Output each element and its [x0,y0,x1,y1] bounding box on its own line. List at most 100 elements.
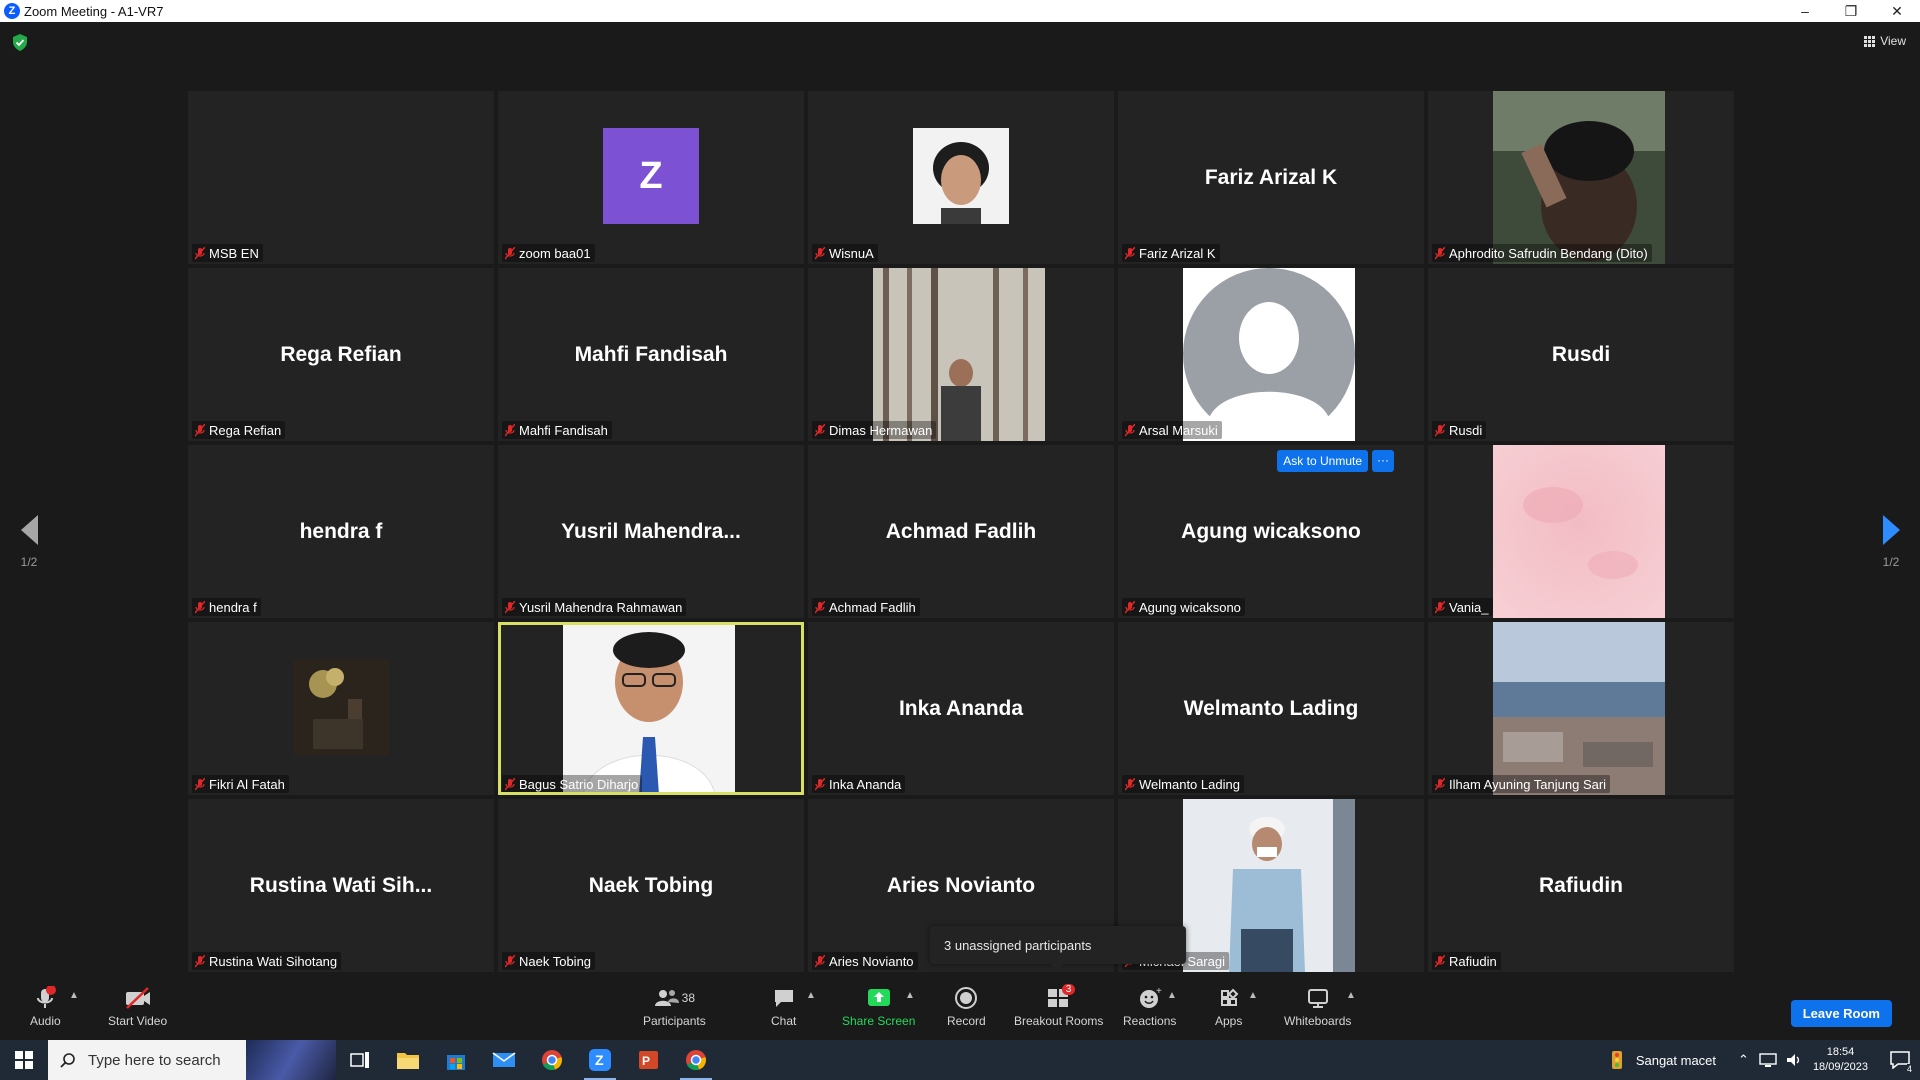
muted-mic-icon [504,600,516,614]
profile-photo [1493,445,1665,618]
participant-tile[interactable]: Rega Refian Rega Refian [188,268,494,441]
restore-button[interactable]: ❐ [1828,0,1874,22]
file-explorer-button[interactable] [384,1040,432,1080]
participant-name: Yusril Mahendra Rahmawan [519,599,683,615]
microphone-icon [37,986,57,1008]
participant-tile[interactable]: Fikri Al Fatah [188,622,494,795]
participant-name-label: Welmanto Lading [1122,775,1244,793]
view-button[interactable]: View [1864,34,1906,48]
participant-name-label: Fariz Arizal K [1122,244,1220,262]
share-screen-icon [867,989,890,1006]
audio-button[interactable]: Audio [30,986,61,1028]
apps-button[interactable]: Apps [1215,986,1242,1028]
share-screen-label: Share Screen [842,1014,916,1028]
encryption-shield-icon[interactable] [12,34,28,51]
breakout-rooms-button[interactable]: 3 Breakout Rooms [1014,984,1104,1028]
participant-tile[interactable]: Ask to Unmute ··· Agung wicaksono Agung … [1118,445,1424,618]
muted-mic-icon [1434,777,1446,791]
zoom-app-icon: Z [589,1049,611,1071]
muted-mic-icon [1124,600,1136,614]
avatar: Z [603,128,699,224]
meeting-top-bar: View [0,22,1920,62]
participant-tile[interactable]: Bagus Satrio Diharjo [498,622,804,795]
participant-name: Dimas Hermawan [829,422,933,438]
microsoft-store-button[interactable] [432,1040,480,1080]
participant-name-label: Rafiudin [1432,952,1501,970]
participant-display-name: Inka Ananda [898,696,1024,720]
start-button[interactable] [0,1040,48,1080]
participant-tile[interactable]: Aphrodito Safrudin Bendang (Dito) [1428,91,1734,264]
participant-tile[interactable]: Naek Tobing Naek Tobing [498,799,804,972]
participant-name-label: Bagus Satrio Diharjo [502,775,643,793]
powerpoint-button[interactable]: P [624,1040,672,1080]
muted-mic-icon [194,246,206,260]
ask-to-unmute-button[interactable]: Ask to Unmute [1277,450,1368,472]
next-page-button[interactable]: 1/2 [1876,515,1906,575]
traffic-icon[interactable] [1606,1049,1628,1071]
participant-tile[interactable]: Arsal Marsuki [1118,268,1424,441]
previous-page-button[interactable]: 1/2 [14,515,44,575]
video-off-icon [125,987,150,1009]
network-icon[interactable] [1759,1052,1777,1068]
participant-tile[interactable]: hendra f hendra f [188,445,494,618]
profile-photo [1183,799,1355,972]
participant-tile[interactable]: Rafiudin Rafiudin [1428,799,1734,972]
record-button[interactable]: Record [947,986,986,1028]
participant-tile[interactable]: Inka Ananda Inka Ananda [808,622,1114,795]
minimize-button[interactable]: – [1782,0,1828,22]
participant-tile[interactable]: Ilham Ayuning Tanjung Sari [1428,622,1734,795]
tooltip-text: 3 unassigned participants [944,938,1092,953]
windows-taskbar: Type here to search Z P Sangat macet ⌃ 1… [0,1040,1920,1080]
apps-icon [1220,988,1239,1006]
participant-tile[interactable]: Yusril Mahendra... Yusril Mahendra Rahma… [498,445,804,618]
weather-status[interactable]: Sangat macet [1636,1053,1716,1068]
meeting-toolbar: Audio ▲ Start Video 38 Participants Chat… [0,978,1920,1040]
participant-tile[interactable]: Fariz Arizal K Fariz Arizal K [1118,91,1424,264]
participant-name-label: Rusdi [1432,421,1487,439]
more-options-button[interactable]: ··· [1372,450,1394,472]
participant-tile[interactable]: Welmanto Lading Welmanto Lading [1118,622,1424,795]
taskbar-search-box[interactable]: Type here to search [48,1040,336,1080]
view-label: View [1880,34,1906,48]
zoom-taskbar-button[interactable]: Z [576,1040,624,1080]
participant-display-name: Yusril Mahendra... [561,519,741,543]
participant-name-label: Mahfi Fandisah [502,421,612,439]
whiteboards-button[interactable]: Whiteboards [1284,986,1351,1028]
default-avatar [1183,268,1355,441]
taskbar-clock[interactable]: 18:54 18/09/2023 [1813,1045,1868,1075]
participant-tile[interactable]: Mahfi Fandisah Mahfi Fandisah [498,268,804,441]
start-video-button[interactable]: Start Video [108,986,167,1028]
search-icon [60,1053,75,1068]
reactions-label: Reactions [1123,1014,1177,1028]
participant-tile[interactable]: Rusdi Rusdi [1428,268,1734,441]
participant-name-label: Fikri Al Fatah [192,775,289,793]
participant-tile[interactable]: Dimas Hermawan [808,268,1114,441]
task-view-button[interactable] [336,1040,384,1080]
volume-icon[interactable] [1785,1052,1803,1068]
audio-label: Audio [30,1014,61,1028]
mail-button[interactable] [480,1040,528,1080]
participant-name: Ilham Ayuning Tanjung Sari [1449,776,1607,792]
chevron-up-icon[interactable]: ⌃ [1738,1052,1749,1068]
participant-tile[interactable]: Vania_ [1428,445,1734,618]
participant-tile[interactable]: WisnuA [808,91,1114,264]
participants-button[interactable]: 38 Participants [643,986,706,1028]
participant-tile[interactable]: Z zoom baa01 [498,91,804,264]
chat-button[interactable]: Chat [771,986,796,1028]
participant-tile[interactable]: Achmad Fadlih Achmad Fadlih [808,445,1114,618]
muted-mic-icon [814,954,826,968]
record-label: Record [947,1014,986,1028]
close-button[interactable]: ✕ [1874,0,1920,22]
participant-name: hendra f [209,599,257,615]
svg-text:P: P [642,1054,650,1068]
leave-room-button[interactable]: Leave Room [1790,1000,1892,1027]
participant-name-label: Dimas Hermawan [812,421,937,439]
chrome-profile-button[interactable] [672,1040,720,1080]
clock-time: 18:54 [1826,1046,1855,1058]
zoom-window: Z Zoom Meeting - A1-VR7 – ❐ ✕ View 1/2 1… [0,0,1920,1080]
participant-tile[interactable]: MSB EN [188,91,494,264]
breakout-rooms-label: Breakout Rooms [1014,1014,1104,1028]
chrome-button[interactable] [528,1040,576,1080]
notification-center-button[interactable]: 4 [1880,1040,1920,1080]
participant-tile[interactable]: Rustina Wati Sih... Rustina Wati Sihotan… [188,799,494,972]
